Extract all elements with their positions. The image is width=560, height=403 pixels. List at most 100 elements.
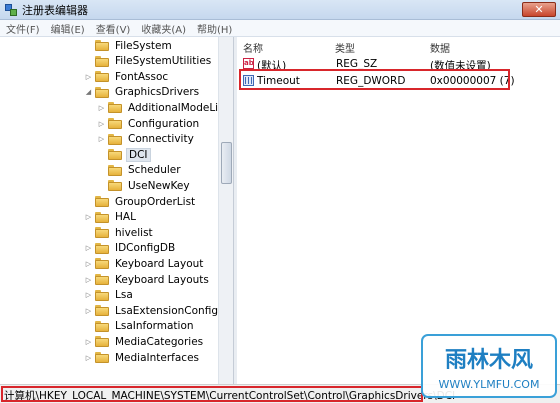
tree-node-label: DCI bbox=[126, 147, 151, 162]
tree-node[interactable]: ▷ IDConfigDB bbox=[84, 241, 177, 256]
column-header-data[interactable]: 数据 bbox=[430, 40, 450, 55]
column-headers: 名称 类型 数据 bbox=[237, 40, 560, 55]
tree-node-label: Lsa bbox=[115, 289, 133, 302]
expand-arrow-icon[interactable]: ▷ bbox=[97, 120, 106, 128]
string-value-icon: ab bbox=[243, 58, 254, 69]
tree-node[interactable]: DCI bbox=[97, 147, 151, 162]
folder-icon bbox=[95, 55, 109, 67]
tree-node[interactable]: ▷ FontAssoc bbox=[84, 69, 170, 84]
tree-node[interactable]: GroupOrderList bbox=[84, 194, 197, 209]
tree-node[interactable]: FileSystem bbox=[84, 38, 174, 53]
folder-icon bbox=[95, 40, 109, 51]
tree-node-label: UseNewKey bbox=[128, 179, 190, 192]
tree-node-label: Keyboard Layout bbox=[115, 257, 204, 270]
column-header-type[interactable]: 类型 bbox=[335, 40, 355, 55]
tree-node[interactable]: ▷ Lsa bbox=[84, 288, 135, 303]
tree-node-label: HAL bbox=[115, 211, 136, 224]
tree-node-label: AdditionalModeLists bbox=[128, 101, 233, 114]
expand-arrow-icon[interactable]: ▷ bbox=[84, 338, 93, 346]
tree-scrollbar[interactable] bbox=[218, 37, 233, 384]
folder-icon bbox=[95, 211, 109, 223]
expand-arrow-icon[interactable]: ▷ bbox=[97, 104, 106, 112]
window-title: 注册表编辑器 bbox=[22, 3, 88, 17]
folder-icon bbox=[95, 320, 109, 332]
tree-node[interactable]: ▷ HAL bbox=[84, 210, 138, 225]
folder-icon bbox=[95, 274, 109, 285]
timeout-highlight-box bbox=[239, 69, 510, 90]
tree-node[interactable]: Scheduler bbox=[97, 163, 183, 178]
folder-icon bbox=[95, 289, 109, 301]
values-list: 名称 类型 数据 ab (默认) REG_SZ (数值未设置) Timeout REG_D… bbox=[237, 37, 560, 384]
tree-node[interactable]: LsaInformation bbox=[84, 319, 196, 334]
tree-node[interactable]: UseNewKey bbox=[97, 178, 192, 193]
tree-node-label: FileSystem bbox=[115, 39, 172, 52]
folder-icon bbox=[108, 133, 122, 145]
folder-icon bbox=[95, 227, 109, 239]
tree-node[interactable]: ▷ AdditionalModeLists bbox=[97, 100, 233, 115]
expand-arrow-icon[interactable]: ▷ bbox=[84, 307, 93, 315]
expand-arrow-icon[interactable]: ▷ bbox=[84, 276, 93, 284]
tree-node-label: MediaInterfaces bbox=[115, 351, 200, 364]
menu-item[interactable]: 收藏夹(A) bbox=[141, 21, 186, 36]
expand-arrow-icon[interactable]: ▷ bbox=[84, 244, 93, 252]
watermark-logo: 雨林木风 WWW.YLMFU.COM bbox=[421, 334, 557, 398]
tree-node-label: FontAssoc bbox=[115, 70, 169, 83]
tree-node-label: Configuration bbox=[128, 117, 200, 130]
close-button[interactable]: ✕ bbox=[522, 2, 556, 17]
folder-icon bbox=[108, 118, 122, 129]
svg-text:雨林木风: 雨林木风 bbox=[445, 348, 533, 373]
folder-icon bbox=[108, 149, 122, 161]
folder-icon bbox=[108, 164, 122, 176]
tree-node[interactable]: ▷ Configuration bbox=[97, 116, 201, 131]
tree-node-label: LsaExtensionConfig bbox=[115, 304, 218, 317]
column-header-name[interactable]: 名称 bbox=[243, 40, 263, 55]
svg-text:WWW.YLMFU.COM: WWW.YLMFU.COM bbox=[439, 378, 540, 391]
menu-bar: 文件(F) 编辑(E) 查看(V) 收藏夹(A) 帮助(H) bbox=[0, 20, 560, 37]
tree-node-label: MediaCategories bbox=[115, 335, 204, 348]
expand-arrow-icon[interactable]: ◢ bbox=[84, 88, 93, 96]
tree-scrollbar-thumb[interactable] bbox=[221, 142, 232, 184]
tree-node-label: IDConfigDB bbox=[115, 242, 176, 255]
folder-icon bbox=[95, 86, 109, 98]
folder-icon bbox=[95, 305, 109, 317]
folder-icon bbox=[95, 258, 109, 270]
folder-icon bbox=[95, 336, 109, 348]
folder-icon bbox=[95, 352, 109, 363]
tree-node-label: GraphicsDrivers bbox=[115, 86, 200, 99]
tree-node[interactable]: ◢ GraphicsDrivers bbox=[84, 85, 201, 100]
tree-node-label: FileSystemUtilities bbox=[115, 55, 212, 68]
folder-icon bbox=[95, 242, 109, 254]
folder-icon bbox=[108, 102, 122, 114]
expand-arrow-icon[interactable]: ▷ bbox=[84, 73, 93, 81]
tree-node[interactable]: ▷ Keyboard Layout bbox=[84, 256, 205, 271]
expand-arrow-icon[interactable]: ▷ bbox=[84, 291, 93, 299]
expand-arrow-icon[interactable]: ▷ bbox=[97, 135, 106, 143]
menu-item[interactable]: 编辑(E) bbox=[51, 21, 85, 36]
registry-editor-icon bbox=[4, 3, 18, 17]
tree-node-label: Keyboard Layouts bbox=[115, 273, 209, 286]
folder-icon bbox=[108, 180, 122, 192]
menu-item[interactable]: 文件(F) bbox=[6, 21, 40, 36]
tree-node[interactable]: ▷ Connectivity bbox=[97, 132, 196, 147]
menu-item[interactable]: 查看(V) bbox=[96, 21, 131, 36]
status-highlight-box bbox=[1, 386, 423, 402]
expand-arrow-icon[interactable]: ▷ bbox=[84, 354, 93, 362]
folder-icon bbox=[95, 71, 109, 83]
tree-node[interactable]: ▷ MediaCategories bbox=[84, 334, 205, 349]
title-bar: 注册表编辑器 ✕ bbox=[0, 0, 560, 20]
key-tree[interactable]: FileSystem FileSystemUtilities ▷ FontAssoc ◢… bbox=[0, 37, 233, 384]
tree-node[interactable]: hivelist bbox=[84, 225, 155, 240]
expand-arrow-icon[interactable]: ▷ bbox=[84, 260, 93, 268]
tree-node[interactable]: ▷ LsaExtensionConfig bbox=[84, 303, 220, 318]
tree-node-label: Scheduler bbox=[128, 164, 181, 177]
tree-node-label: hivelist bbox=[115, 226, 153, 239]
tree-node-label: GroupOrderList bbox=[115, 195, 196, 208]
folder-icon bbox=[95, 196, 109, 207]
expand-arrow-icon[interactable]: ▷ bbox=[84, 213, 93, 221]
tree-node-label: Connectivity bbox=[128, 133, 194, 146]
tree-node-label: LsaInformation bbox=[115, 320, 194, 333]
tree-node[interactable]: ▷ Keyboard Layouts bbox=[84, 272, 211, 287]
tree-node[interactable]: FileSystemUtilities bbox=[84, 54, 213, 69]
menu-item[interactable]: 帮助(H) bbox=[197, 21, 232, 36]
tree-node[interactable]: ▷ MediaInterfaces bbox=[84, 350, 201, 365]
